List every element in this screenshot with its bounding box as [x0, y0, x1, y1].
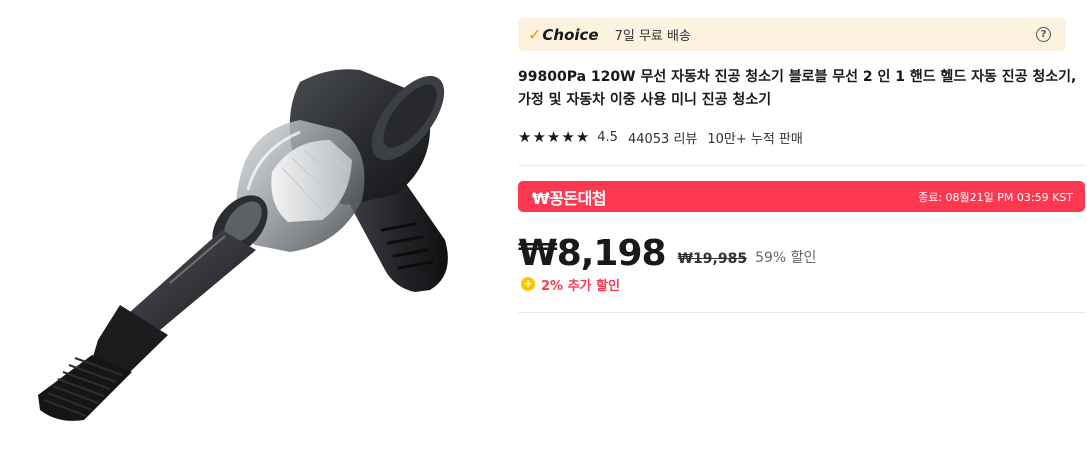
help-icon[interactable]: ?	[1036, 27, 1051, 42]
deal-end-time: 종료: 08월21일 PM 03:59 KST	[918, 190, 1073, 204]
choice-banner[interactable]: ✓ Choice 7일 무료 배송 ?	[518, 18, 1066, 51]
discount-label: 59% 할인	[755, 250, 817, 266]
check-icon: ✓	[528, 25, 542, 44]
product-image[interactable]	[0, 0, 500, 450]
price-row: ₩8,198 ₩19,985 59% 할인	[518, 226, 816, 274]
product-title: 99800Pa 120W 무선 자동차 진공 청소기 블로블 무선 2 인 1 …	[518, 69, 1077, 108]
shipping-info: 7일 무료 배송	[614, 29, 691, 44]
extra-discount[interactable]: + 2% 추가 할인	[521, 275, 620, 294]
star-icon: ★	[518, 127, 532, 146]
divider	[518, 312, 1086, 313]
rating-stars: ★ ★ ★ ★ ★	[518, 127, 590, 146]
sold-count: 10만+ 누적 판매	[707, 131, 803, 147]
choice-logo: ✓ Choice	[528, 25, 599, 44]
deal-title: ₩꽁돈대첩	[532, 188, 607, 208]
star-icon: ★	[575, 127, 590, 146]
rating-row[interactable]: ★ ★ ★ ★ ★ 4.5 44053 리뷰 10만+ 누적 판매	[518, 127, 803, 147]
coin-plus-icon: +	[521, 277, 535, 291]
deal-banner: ₩꽁돈대첩 종료: 08월21일 PM 03:59 KST	[518, 181, 1085, 212]
vacuum-illustration	[38, 69, 448, 421]
choice-label: Choice	[542, 25, 599, 44]
original-price: ₩19,985	[677, 251, 748, 267]
rating-value: 4.5	[597, 129, 618, 145]
divider	[518, 165, 1086, 166]
review-count-link[interactable]: 44053 리뷰	[628, 128, 697, 147]
star-icon: ★	[561, 127, 575, 146]
extra-discount-text: 2% 추가 할인	[541, 278, 620, 294]
current-price: ₩8,198	[518, 233, 667, 274]
star-icon: ★	[546, 127, 561, 146]
star-icon: ★	[532, 127, 546, 146]
